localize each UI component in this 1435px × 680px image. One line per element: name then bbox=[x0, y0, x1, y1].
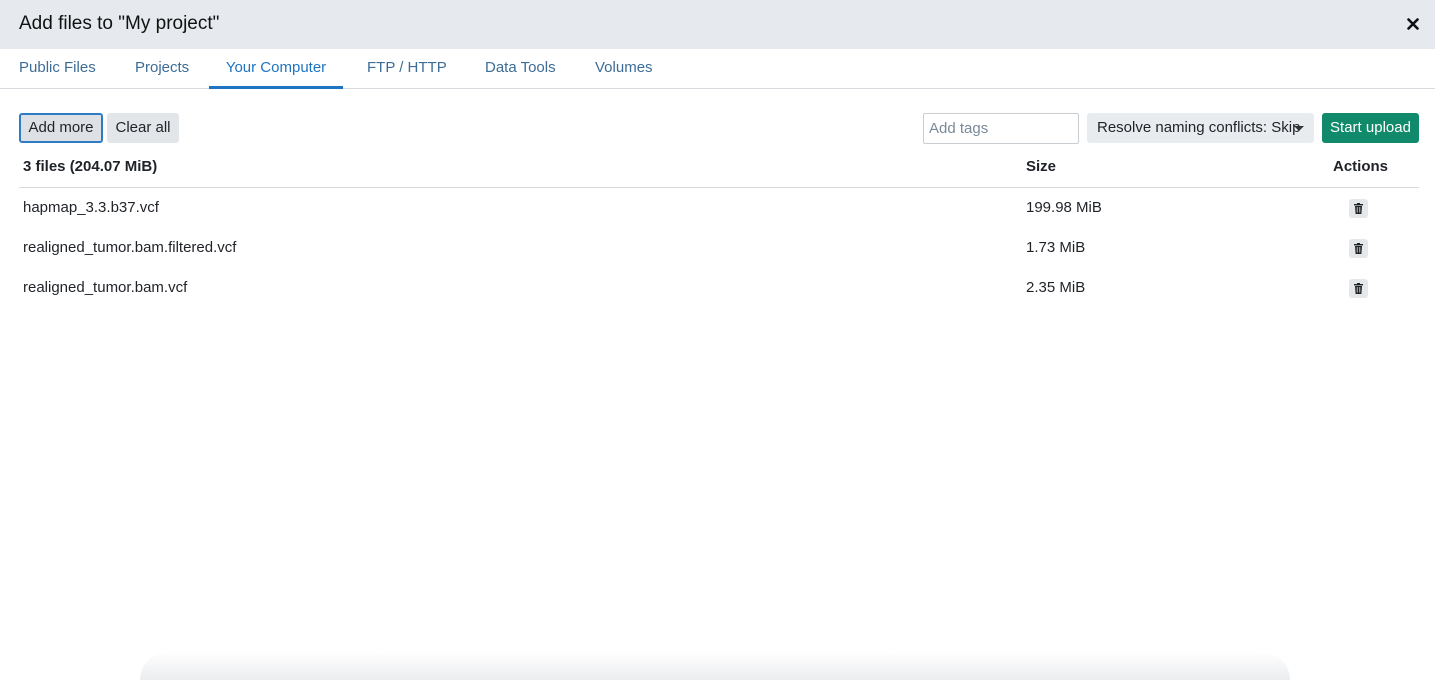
delete-file-button[interactable] bbox=[1349, 239, 1368, 258]
trash-icon bbox=[1354, 283, 1363, 294]
tab-projects[interactable]: Projects bbox=[135, 49, 189, 89]
file-name: realigned_tumor.bam.vcf bbox=[23, 279, 188, 296]
delete-file-button[interactable] bbox=[1349, 279, 1368, 298]
start-upload-button[interactable]: Start upload bbox=[1322, 113, 1419, 143]
resolve-conflicts-dropdown[interactable]: Resolve naming conflicts: Skip bbox=[1087, 113, 1314, 143]
trash-icon bbox=[1354, 203, 1363, 214]
actions-column-header: Actions bbox=[1333, 158, 1389, 175]
size-column-header: Size bbox=[1026, 158, 1057, 175]
tab-ftp-http[interactable]: FTP / HTTP bbox=[367, 49, 447, 89]
add-more-button[interactable]: Add more bbox=[19, 113, 103, 143]
file-size: 1.73 MiB bbox=[1026, 239, 1086, 256]
table-row: hapmap_3.3.b37.vcf 199.98 MiB bbox=[19, 188, 1419, 228]
source-tabs: Public Files Projects Your Computer FTP … bbox=[0, 49, 1435, 89]
close-icon bbox=[1407, 18, 1419, 30]
table-row: realigned_tumor.bam.vcf 2.35 MiB bbox=[19, 268, 1419, 308]
add-tags-input[interactable] bbox=[923, 113, 1079, 144]
file-name: realigned_tumor.bam.filtered.vcf bbox=[23, 239, 237, 256]
file-name: hapmap_3.3.b37.vcf bbox=[23, 199, 159, 216]
tab-volumes[interactable]: Volumes bbox=[595, 49, 653, 89]
delete-file-button[interactable] bbox=[1349, 199, 1368, 218]
table-row: realigned_tumor.bam.filtered.vcf 1.73 Mi… bbox=[19, 228, 1419, 268]
file-size: 199.98 MiB bbox=[1026, 199, 1102, 216]
close-button[interactable] bbox=[1405, 14, 1421, 34]
resolve-conflicts-label: Resolve naming conflicts: Skip bbox=[1097, 119, 1301, 136]
clear-all-button[interactable]: Clear all bbox=[107, 113, 179, 143]
files-summary: 3 files (204.07 MiB) bbox=[23, 158, 158, 175]
tab-your-computer[interactable]: Your Computer bbox=[209, 49, 343, 89]
dialog-header: Add files to "My project" bbox=[0, 0, 1435, 49]
files-table: 3 files (204.07 MiB) Size Actions hapmap… bbox=[19, 148, 1419, 308]
tab-public-files[interactable]: Public Files bbox=[19, 49, 96, 89]
file-size: 2.35 MiB bbox=[1026, 279, 1086, 296]
tab-data-tools[interactable]: Data Tools bbox=[485, 49, 556, 89]
caret-down-icon bbox=[1294, 126, 1304, 131]
bottom-shadow bbox=[140, 652, 1290, 680]
trash-icon bbox=[1354, 243, 1363, 254]
table-header: 3 files (204.07 MiB) Size Actions bbox=[19, 148, 1419, 188]
dialog-title: Add files to "My project" bbox=[19, 13, 220, 34]
